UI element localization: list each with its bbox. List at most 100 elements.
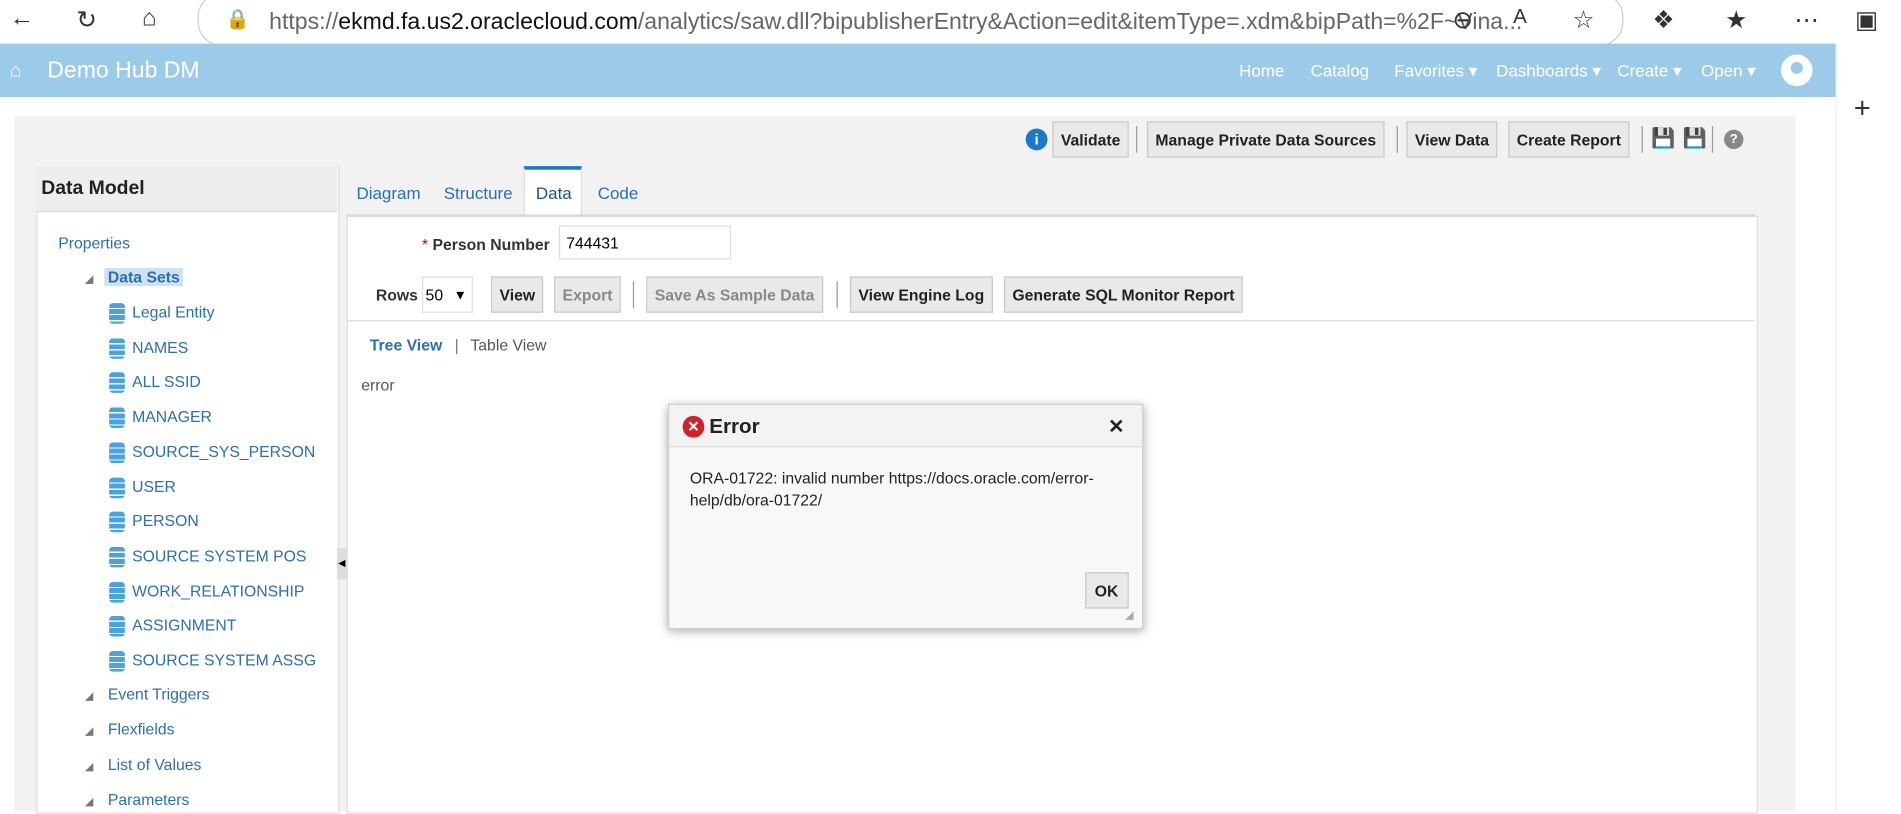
expand-triangle-icon[interactable]: ◢ xyxy=(85,760,93,773)
url-path: /analytics/saw.dll?bipublisherEntry&Acti… xyxy=(637,9,1523,36)
app-title: Demo Hub DM xyxy=(47,58,200,84)
divider xyxy=(836,281,838,308)
browser-toolbar: ← ↻ ⌂ 🔒 https://ekmd.fa.us2.oraclecloud.… xyxy=(0,0,1901,47)
required-marker: * xyxy=(421,235,429,254)
favorites-list-icon[interactable]: ★ xyxy=(1725,5,1747,35)
tree-dataset[interactable]: PERSON xyxy=(132,512,199,530)
tree-section[interactable]: Flexfields xyxy=(108,720,175,738)
dataset-icon xyxy=(109,581,125,603)
lock-icon[interactable]: 🔒 xyxy=(226,7,250,31)
read-aloud-icon[interactable]: A xyxy=(1513,5,1527,29)
nav-catalog[interactable]: Catalog xyxy=(1311,61,1370,80)
tree-dataset[interactable]: ALL SSID xyxy=(132,373,201,391)
home-icon[interactable]: ⌂ xyxy=(142,5,157,33)
collapse-panel-handle[interactable]: ◀ xyxy=(337,548,347,580)
ok-button[interactable]: OK xyxy=(1085,572,1129,609)
divider xyxy=(632,281,635,308)
person-number-input[interactable] xyxy=(558,225,732,260)
resize-handle[interactable]: ◢ xyxy=(1125,609,1133,622)
save-as-icon[interactable]: 💾 xyxy=(1683,126,1707,150)
rows-select[interactable]: 50 ▼ xyxy=(421,276,473,313)
refresh-icon[interactable]: ↻ xyxy=(76,5,96,35)
rows-label: Rows xyxy=(375,286,418,305)
tree-dataset[interactable]: WORK_RELATIONSHIP xyxy=(132,581,304,599)
tree-dataset[interactable]: SOURCE_SYS_PERSON xyxy=(132,442,315,460)
dataset-icon xyxy=(109,651,125,672)
tree-view-link[interactable]: Tree View xyxy=(370,336,442,354)
dataset-icon xyxy=(109,407,125,429)
dataset-icon xyxy=(109,477,125,498)
expand-triangle-icon[interactable]: ◢ xyxy=(85,795,93,808)
tab-diagram[interactable]: Diagram xyxy=(356,183,420,202)
sidebar-toggle-icon[interactable]: ▣ xyxy=(1855,5,1878,35)
panel-title: Data Model xyxy=(36,166,338,213)
tree-dataset[interactable]: SOURCE SYSTEM ASSG xyxy=(132,651,316,669)
divider xyxy=(1396,126,1398,153)
expand-triangle-icon[interactable]: ◢ xyxy=(85,690,93,703)
expand-triangle-icon[interactable]: ◢ xyxy=(85,725,93,738)
tab-structure[interactable]: Structure xyxy=(444,183,513,202)
zoom-icon[interactable]: ⊖ xyxy=(1452,5,1472,35)
tree-dataset[interactable]: USER xyxy=(132,477,176,495)
close-icon[interactable]: ✕ xyxy=(1108,415,1124,439)
person-number-label: Person Number xyxy=(432,235,550,254)
back-icon[interactable]: ← xyxy=(10,5,34,33)
tab-code[interactable]: Code xyxy=(598,183,639,202)
view-button[interactable]: View xyxy=(491,276,544,313)
dataset-icon xyxy=(109,372,125,394)
nav-create[interactable]: Create ▾ xyxy=(1617,61,1681,82)
home-icon[interactable]: ⌂ xyxy=(10,61,22,83)
tree-dataset[interactable]: MANAGER xyxy=(132,407,212,425)
tree-dataset[interactable]: SOURCE SYSTEM POS xyxy=(132,547,306,565)
error-message: ORA-01722: invalid number https://docs.o… xyxy=(689,469,1094,510)
favorite-star-icon[interactable]: ☆ xyxy=(1572,5,1594,35)
url-host: ekmd.fa.us2.oraclecloud.com xyxy=(338,9,638,36)
table-view-link[interactable]: Table View xyxy=(470,336,546,354)
tree-data-sets[interactable]: Data Sets xyxy=(104,267,184,287)
view-data-button[interactable]: View Data xyxy=(1406,121,1498,158)
dataset-icon xyxy=(109,511,125,533)
chevron-down-icon: ▼ xyxy=(453,288,467,304)
nav-home[interactable]: Home xyxy=(1239,61,1284,80)
help-icon[interactable]: ? xyxy=(1724,129,1744,150)
export-button[interactable]: Export xyxy=(554,276,621,313)
tree-section[interactable]: List of Values xyxy=(108,755,201,773)
browser-sidebar: + xyxy=(1835,43,1901,812)
tree-dataset[interactable]: ASSIGNMENT xyxy=(132,616,236,634)
save-icon[interactable]: 💾 xyxy=(1651,126,1675,150)
validate-button[interactable]: Validate xyxy=(1052,121,1129,158)
manage-private-data-sources-button[interactable]: Manage Private Data Sources xyxy=(1146,121,1385,158)
divider xyxy=(1641,126,1643,153)
nav-dashboards[interactable]: Dashboards ▾ xyxy=(1496,61,1601,82)
dataset-icon xyxy=(109,303,125,324)
view-engine-log-button[interactable]: View Engine Log xyxy=(849,276,993,313)
add-icon[interactable]: + xyxy=(1854,92,1871,126)
user-avatar-icon[interactable] xyxy=(1781,54,1813,87)
extensions-icon[interactable]: ❖ xyxy=(1653,5,1675,35)
create-report-button[interactable]: Create Report xyxy=(1508,121,1630,158)
dataset-icon xyxy=(109,616,125,637)
output-text: error xyxy=(361,375,395,395)
info-icon[interactable]: i xyxy=(1025,128,1048,151)
dialog-header: ✕ Error ✕ xyxy=(669,404,1143,448)
dialog-title: Error xyxy=(709,414,760,438)
dataset-icon xyxy=(109,546,125,568)
tree-properties[interactable]: Properties xyxy=(58,234,130,252)
error-dialog: ✕ Error ✕ ORA-01722: invalid number http… xyxy=(668,403,1144,630)
rows-value: 50 xyxy=(425,286,444,305)
more-icon[interactable]: ⋯ xyxy=(1794,5,1818,35)
url-text[interactable]: https://ekmd.fa.us2.oraclecloud.com/anal… xyxy=(269,10,1522,37)
tree-section[interactable]: Parameters xyxy=(108,790,189,808)
save-as-sample-data-button[interactable]: Save As Sample Data xyxy=(646,276,823,313)
tree-dataset[interactable]: NAMES xyxy=(132,338,188,356)
generate-sql-monitor-report-button[interactable]: Generate SQL Monitor Report xyxy=(1003,276,1243,313)
url-prefix: https:// xyxy=(269,9,339,36)
tree-dataset[interactable]: Legal Entity xyxy=(132,303,214,321)
tree-section[interactable]: Event Triggers xyxy=(108,685,210,703)
divider xyxy=(347,320,1755,322)
dataset-icon xyxy=(109,337,125,359)
tab-data[interactable]: Data xyxy=(536,183,572,202)
expand-triangle-icon[interactable]: ◢ xyxy=(85,273,93,286)
nav-open[interactable]: Open ▾ xyxy=(1701,61,1756,82)
nav-favorites[interactable]: Favorites ▾ xyxy=(1394,61,1477,82)
